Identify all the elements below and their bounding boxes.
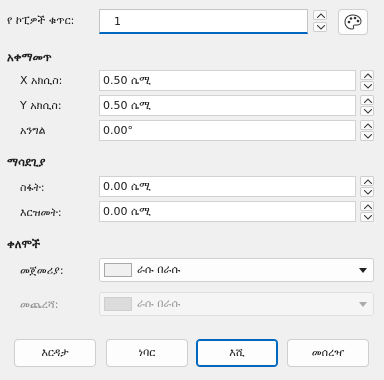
width-value: 0.00 ሴሚ [103, 180, 151, 193]
x-axis-spinner[interactable] [360, 70, 374, 91]
y-axis-spinner[interactable] [360, 95, 374, 116]
y-axis-decrement-button[interactable] [360, 106, 374, 116]
width-label: ስፋት: [20, 181, 45, 194]
copies-label: የ ኮፒዎች ቁጥር: [7, 14, 75, 27]
chevron-down-icon [364, 215, 372, 220]
colors-heading: ቀለሞች [7, 237, 41, 251]
dropdown-arrow-icon [359, 302, 367, 307]
y-axis-label: Y አክሲስ: [20, 99, 62, 112]
copies-value: 1 [114, 15, 121, 28]
help-button[interactable]: እርዳታ [14, 339, 96, 367]
end-color-label: መጨረሻ: [20, 298, 59, 311]
start-color-dropdown[interactable]: ራሱ በራሱ [99, 258, 374, 282]
ok-button[interactable]: እሺ [196, 339, 278, 367]
start-color-swatch [104, 263, 132, 277]
angle-input[interactable]: 0.00° [99, 120, 356, 141]
chevron-down-icon [364, 134, 372, 139]
placement-heading: አቀማመጥ [7, 50, 52, 64]
chevron-down-icon [364, 84, 372, 89]
chevron-up-icon [364, 123, 372, 128]
chevron-up-icon [364, 98, 372, 103]
cancel-button[interactable]: መሰረዣ [287, 339, 369, 367]
angle-increment-button[interactable] [360, 120, 374, 130]
y-axis-increment-button[interactable] [360, 95, 374, 105]
angle-decrement-button[interactable] [360, 131, 374, 141]
dropdown-arrow-icon [359, 268, 367, 273]
width-input[interactable]: 0.00 ሴሚ [99, 176, 356, 197]
height-label: እርዝመት: [20, 206, 62, 219]
color-picker-button[interactable] [338, 9, 368, 35]
chevron-up-icon [364, 73, 372, 78]
x-axis-decrement-button[interactable] [360, 81, 374, 91]
x-axis-increment-button[interactable] [360, 70, 374, 80]
angle-spinner[interactable] [360, 120, 374, 141]
y-axis-value: 0.50 ሴሚ [103, 99, 151, 112]
end-color-dropdown[interactable]: ራሱ በራሱ [99, 292, 374, 316]
height-spinner[interactable] [360, 201, 374, 222]
chevron-down-icon [364, 109, 372, 114]
angle-label: አንግል [20, 124, 46, 137]
start-color-value: ራሱ በራሱ [137, 263, 181, 276]
chevron-up-icon [364, 204, 372, 209]
copies-decrement-button[interactable] [313, 22, 327, 32]
reset-button[interactable]: ነባር [106, 339, 188, 367]
x-axis-input[interactable]: 0.50 ሴሚ [99, 70, 356, 91]
chevron-down-icon [364, 190, 372, 195]
enlargement-heading: ማሳደጊያ [7, 155, 46, 169]
copies-spinner[interactable] [313, 10, 327, 33]
start-color-label: መጀመሪያ: [20, 264, 64, 277]
width-increment-button[interactable] [360, 176, 374, 186]
chevron-up-icon [364, 179, 372, 184]
copies-increment-button[interactable] [313, 10, 327, 20]
chevron-down-icon [317, 25, 325, 30]
height-increment-button[interactable] [360, 201, 374, 211]
end-color-swatch [104, 297, 132, 311]
end-color-value: ራሱ በራሱ [137, 297, 181, 310]
copies-input[interactable]: 1 [99, 9, 308, 34]
x-axis-label: X አክሲስ: [20, 74, 63, 87]
palette-icon [344, 14, 362, 30]
x-axis-value: 0.50 ሴሚ [103, 74, 151, 87]
angle-value: 0.00° [103, 124, 133, 137]
height-value: 0.00 ሴሚ [103, 205, 151, 218]
chevron-up-icon [317, 13, 325, 18]
height-input[interactable]: 0.00 ሴሚ [99, 201, 356, 222]
height-decrement-button[interactable] [360, 212, 374, 222]
width-decrement-button[interactable] [360, 187, 374, 197]
y-axis-input[interactable]: 0.50 ሴሚ [99, 95, 356, 116]
width-spinner[interactable] [360, 176, 374, 197]
